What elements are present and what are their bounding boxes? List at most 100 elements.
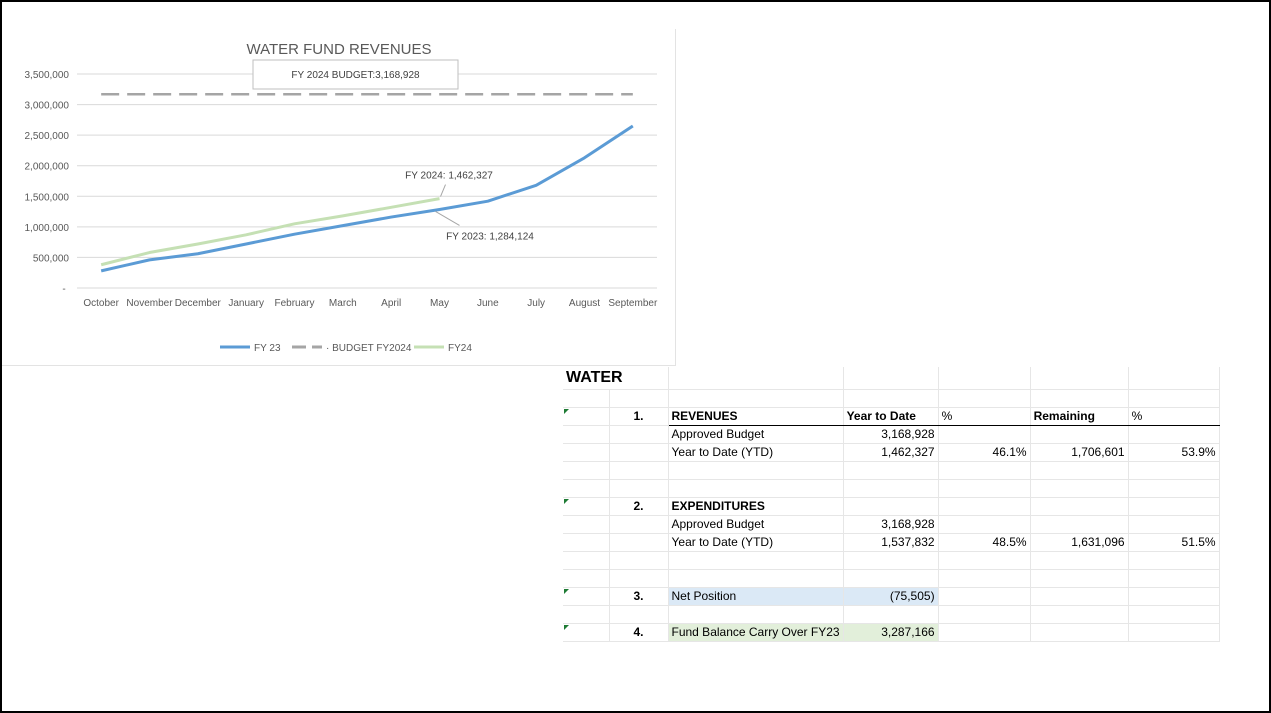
table-row: WATER (563, 367, 1220, 390)
empty-cell (843, 551, 939, 570)
empty-cell (563, 443, 610, 462)
empty-cell (938, 587, 1031, 606)
empty-cell (563, 389, 610, 408)
empty-cell (1128, 551, 1220, 570)
table-row: 2. EXPENDITURES (563, 497, 1220, 516)
x-tick-label: May (430, 298, 449, 309)
empty-cell (1128, 605, 1220, 624)
legend-label: FY24 (448, 343, 472, 354)
x-tick-label: August (569, 298, 600, 309)
empty-cell (563, 551, 610, 570)
cell-remaining: 1,631,096 (1030, 533, 1129, 552)
series-line-fy24 (100, 197, 440, 267)
empty-cell (668, 389, 844, 408)
slide-frame: WATER FUND REVENUES - 500,000 1,000,000 1,50… (0, 0, 1271, 713)
empty-cell (1128, 461, 1220, 480)
series-line-fy-23 (100, 124, 634, 273)
empty-cell (1030, 497, 1129, 516)
chart-svg: WATER FUND REVENUES - 500,000 1,000,000 1,50… (25, 41, 658, 354)
cell-value: 1,462,327 (843, 443, 939, 462)
empty-cell (563, 569, 610, 588)
empty-cell (1128, 587, 1220, 606)
fy24-callout-leader (440, 184, 446, 197)
table-row (563, 479, 1220, 498)
empty-cell (609, 479, 669, 498)
chart-title: WATER FUND REVENUES (246, 41, 431, 58)
section-label-expenditures: EXPENDITURES (668, 497, 844, 516)
fy24-callout-label: FY 2024: 1,462,327 (405, 171, 493, 182)
section-number: 2. (609, 497, 669, 516)
x-tick-label: January (228, 298, 264, 309)
empty-cell (668, 367, 844, 390)
empty-cell (609, 425, 669, 444)
table-row (563, 389, 1220, 408)
empty-cell (938, 425, 1031, 444)
empty-cell (609, 461, 669, 480)
empty-cell (1030, 551, 1129, 570)
x-tick-label: October (83, 298, 119, 309)
water-summary-table: WATER 1. REVENUES Year to Date % Remaini… (563, 367, 1220, 642)
cell-remaining: 1,706,601 (1030, 443, 1129, 462)
x-tick-label: December (175, 298, 222, 309)
row-label: Approved Budget (668, 425, 844, 444)
empty-cell (563, 605, 610, 624)
cell-value: 3,168,928 (843, 425, 939, 444)
empty-cell (843, 367, 939, 390)
empty-cell (1128, 479, 1220, 498)
table-row: 4. Fund Balance Carry Over FY23 3,287,16… (563, 623, 1220, 642)
table-row: 1. REVENUES Year to Date % Remaining % (563, 407, 1220, 426)
error-indicator-icon (564, 498, 569, 504)
cell-percent: 46.1% (938, 443, 1031, 462)
empty-cell (938, 367, 1031, 390)
empty-cell (1030, 389, 1129, 408)
empty-cell (609, 533, 669, 552)
empty-cell (1128, 425, 1220, 444)
table-row: Approved Budget 3,168,928 (563, 515, 1220, 534)
empty-cell (938, 623, 1031, 642)
empty-cell (609, 569, 669, 588)
y-tick-label: 2,500,000 (25, 131, 70, 142)
empty-cell (668, 569, 844, 588)
x-tick-label: March (329, 298, 357, 309)
section-number: 4. (609, 623, 669, 642)
cell-value: 1,537,832 (843, 533, 939, 552)
net-position-label: Net Position (668, 587, 844, 606)
empty-cell (938, 569, 1031, 588)
table-row: Approved Budget 3,168,928 (563, 425, 1220, 444)
empty-cell (609, 389, 669, 408)
empty-cell (668, 605, 844, 624)
empty-cell (843, 479, 939, 498)
section-number: 3. (609, 587, 669, 606)
empty-cell (1128, 497, 1220, 516)
x-tick-label: February (274, 298, 314, 309)
empty-cell (1030, 569, 1129, 588)
empty-cell (843, 497, 939, 516)
cell-flag (563, 587, 610, 606)
table-title: WATER (563, 367, 669, 390)
empty-cell (1030, 425, 1129, 444)
empty-cell (1128, 515, 1220, 534)
cell-flag (563, 497, 610, 516)
row-label: Year to Date (YTD) (668, 443, 844, 462)
cell-percent: 48.5% (938, 533, 1031, 552)
empty-cell (563, 461, 610, 480)
empty-cell (668, 461, 844, 480)
empty-cell (668, 551, 844, 570)
legend-label: · BUDGET FY2024 (326, 343, 412, 354)
fund-balance-value: 3,287,166 (843, 623, 939, 642)
empty-cell (938, 461, 1031, 480)
y-tick-label: 3,000,000 (25, 101, 70, 112)
table-row: Year to Date (YTD) 1,537,832 48.5% 1,631… (563, 533, 1220, 552)
empty-cell (1030, 515, 1129, 534)
header-year-to-date: Year to Date (843, 407, 939, 426)
empty-cell (938, 389, 1031, 408)
empty-cell (1030, 587, 1129, 606)
y-tick-label: - (62, 284, 65, 295)
error-indicator-icon (564, 624, 569, 630)
empty-cell (1128, 389, 1220, 408)
empty-cell (609, 443, 669, 462)
cell-flag (563, 623, 610, 642)
table-row (563, 551, 1220, 570)
table-row (563, 569, 1220, 588)
section-label-revenues: REVENUES (668, 407, 844, 426)
